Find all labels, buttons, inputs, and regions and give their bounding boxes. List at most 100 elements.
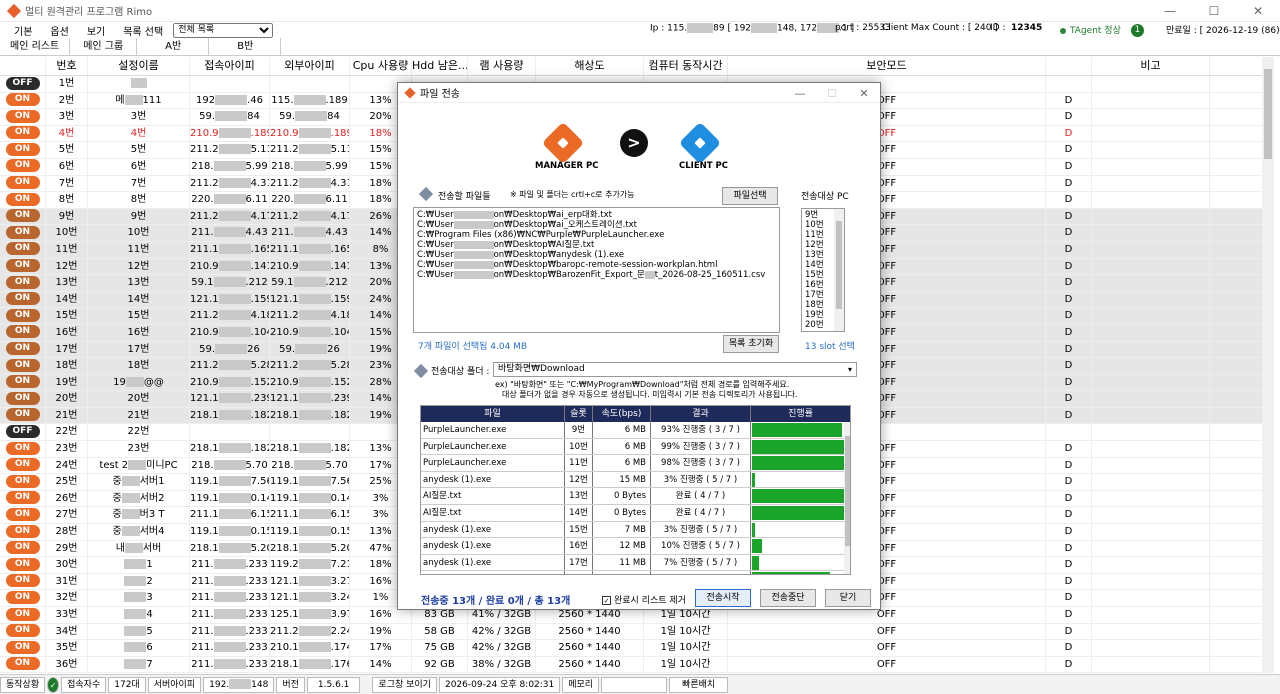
power-status-toggle[interactable]: ON (5, 109, 40, 123)
power-status-toggle[interactable]: ON (5, 159, 40, 173)
maximize-icon[interactable]: ☐ (1192, 0, 1236, 22)
tab-main-list[interactable]: 메인 리스트 (0, 38, 71, 56)
power-status-toggle[interactable]: ON (5, 541, 40, 555)
start-transfer-button[interactable]: 전송시작 (695, 589, 751, 607)
menu-view[interactable]: 보기 (83, 23, 109, 38)
power-status-toggle[interactable]: ON (5, 474, 40, 488)
power-status-toggle[interactable]: OFF (5, 424, 40, 438)
target-pc-list[interactable]: 9번 10번 11번 12번 13번 14번 15번 16번 17번 18번 19번 20번 (801, 208, 845, 332)
grid-header-cell[interactable]: Hdd 남은... (412, 57, 468, 75)
select-files-button[interactable]: 파일선택 (722, 187, 778, 205)
transfer-row[interactable]: anydesk (1).exe 17번 11 MB 7% 진행중 ( 5 / 7 ) (421, 554, 850, 572)
grid-header-cell[interactable]: 컴퓨터 동작시간 (644, 57, 728, 75)
file-list[interactable]: C:₩User on₩Desktop₩ai_erp대화.txt C:₩User on₩… (413, 207, 780, 333)
grid-header-cell[interactable]: 외부아이피 (270, 57, 350, 75)
power-status-toggle[interactable]: ON (5, 308, 40, 322)
file-list-item[interactable]: C:₩Program Files (x86)₩NC₩Purple₩PurpleL… (417, 230, 776, 240)
tab-group-b[interactable]: B반 (209, 38, 282, 56)
power-status-toggle[interactable]: ON (5, 590, 40, 604)
close-icon[interactable]: ✕ (1236, 0, 1280, 22)
file-list-item[interactable]: C:₩User on₩Desktop₩anydesk (1).exe (417, 250, 776, 260)
menu-basic[interactable]: 기본 (10, 23, 36, 38)
transfer-header-cell[interactable]: 속도(bps) (593, 406, 651, 422)
power-status-toggle[interactable]: ON (5, 640, 40, 654)
grid-row[interactable]: ON 35번6211..233210.1.17417%75 GB42% / 32G… (0, 640, 1262, 657)
grid-header-cell[interactable]: 번호 (46, 57, 88, 75)
transfer-header-cell[interactable]: 결과 (651, 406, 751, 422)
list-select[interactable]: 전체 목록 (173, 22, 274, 38)
grid-header-cell[interactable]: 비고 (1092, 57, 1210, 75)
grid-header-cell[interactable]: 보안모드 (728, 57, 1046, 75)
grid-header-cell[interactable]: 해상도 (536, 57, 644, 75)
power-status-toggle[interactable]: ON (5, 126, 40, 140)
power-status-toggle[interactable]: ON (5, 574, 40, 588)
power-status-toggle[interactable]: ON (5, 209, 40, 223)
power-status-toggle[interactable]: ON (5, 624, 40, 638)
minimize-icon[interactable]: — (1148, 0, 1192, 22)
grid-header-cell[interactable]: 접속아이피 (190, 57, 270, 75)
power-status-toggle[interactable]: ON (5, 93, 40, 107)
power-status-toggle[interactable]: ON (5, 358, 40, 372)
transfer-header-cell[interactable]: 진행률 (751, 406, 850, 422)
transfer-row[interactable] (421, 571, 850, 574)
power-status-toggle[interactable]: ON (5, 242, 40, 256)
power-status-toggle[interactable]: ON (5, 507, 40, 521)
transfer-row[interactable]: AI질문.txt 13번 0 Bytes 완료 ( 4 / 7 ) (421, 488, 850, 505)
menu-options[interactable]: 옵션 (46, 23, 72, 38)
power-status-toggle[interactable]: ON (5, 458, 40, 472)
scrollbar-thumb[interactable] (1264, 69, 1272, 159)
power-status-toggle[interactable]: ON (5, 441, 40, 455)
file-list-item[interactable]: C:₩User on₩Desktop₩ai_오케스트레이션.txt (417, 220, 776, 230)
show-log-button[interactable]: 로그창 보이기 (372, 676, 437, 693)
transfer-header-cell[interactable]: 파일 (421, 406, 565, 422)
transfer-row[interactable]: PurpleLauncher.exe 11번 6 MB 98% 진행중 ( 3 / 7… (421, 455, 850, 472)
power-status-toggle[interactable]: ON (5, 375, 40, 389)
power-status-toggle[interactable]: ON (5, 192, 40, 206)
dialog-minimize-icon[interactable]: — (784, 83, 816, 103)
target-folder-input[interactable]: 바탕화면₩Download ▾ (493, 362, 857, 377)
transfer-table-scrollbar[interactable] (844, 422, 850, 574)
power-status-toggle[interactable]: ON (5, 292, 40, 306)
file-list-item[interactable]: C:₩User on₩Desktop₩AI질문.txt (417, 240, 776, 250)
grid-header-cell[interactable] (0, 57, 46, 75)
power-status-toggle[interactable]: ON (5, 657, 40, 671)
file-list-item[interactable]: C:₩User on₩Desktop₩baropc-remote-session-… (417, 260, 776, 270)
grid-row[interactable]: ON 34번5211..233211.22.24519%58 GB42% / 32… (0, 623, 1262, 641)
power-status-toggle[interactable]: ON (5, 391, 40, 405)
file-list-item[interactable]: C:₩User on₩Desktop₩BarozenFit_Export_문 t_2… (417, 270, 776, 280)
power-status-toggle[interactable]: ON (5, 491, 40, 505)
tab-main-group[interactable]: 메인 그룹 (70, 38, 138, 56)
transfer-row[interactable]: anydesk (1).exe 16번 12 MB 10% 진행중 ( 5 / 7 ) (421, 538, 850, 555)
transfer-header-cell[interactable]: 슬롯 (565, 406, 593, 422)
tab-group-a[interactable]: A반 (137, 38, 210, 56)
power-status-toggle[interactable]: ON (5, 408, 40, 422)
dialog-close-icon[interactable]: ✕ (848, 83, 880, 103)
grid-scrollbar[interactable] (1262, 57, 1274, 673)
transfer-row[interactable]: AI질문.txt 14번 0 Bytes 완료 ( 4 / 7 ) (421, 504, 850, 522)
power-status-toggle[interactable]: ON (5, 557, 40, 571)
grid-header-cell[interactable] (1046, 57, 1092, 75)
power-status-toggle[interactable]: ON (5, 176, 40, 190)
pc-list-scrollbar[interactable] (834, 209, 844, 331)
grid-header-cell[interactable]: 설정이름 (88, 57, 190, 75)
transfer-row[interactable]: anydesk (1).exe 15번 7 MB 3% 진행중 ( 5 / 7 ) (421, 521, 850, 539)
grid-row[interactable]: ON 36번7211..233218.1.17614%92 GB38% / 32G… (0, 656, 1262, 673)
file-list-item[interactable]: C:₩User on₩Desktop₩ai_erp대화.txt (417, 210, 776, 220)
remove-on-done-checkbox[interactable]: ✓ 완료시 리스트 제거 (602, 593, 686, 606)
power-status-toggle[interactable]: OFF (5, 76, 40, 90)
power-status-toggle[interactable]: ON (5, 142, 40, 156)
stop-transfer-button[interactable]: 전송중단 (760, 589, 816, 607)
power-status-toggle[interactable]: ON (5, 325, 40, 339)
transfer-row[interactable]: PurpleLauncher.exe 10번 6 MB 99% 진행중 ( 3 / 7… (421, 438, 850, 456)
grid-header-cell[interactable]: 램 사용량 (468, 57, 536, 75)
quick-deploy-button[interactable]: 빠른배치 (669, 676, 729, 693)
close-dialog-button[interactable]: 닫기 (825, 589, 871, 607)
grid-header-cell[interactable]: Cpu 사용량 (350, 57, 412, 75)
power-status-toggle[interactable]: ON (5, 275, 40, 289)
power-status-toggle[interactable]: ON (5, 225, 40, 239)
power-status-toggle[interactable]: ON (5, 607, 40, 621)
power-status-toggle[interactable]: ON (5, 524, 40, 538)
transfer-row[interactable]: anydesk (1).exe 12번 15 MB 3% 진행중 ( 5 / 7 ) (421, 471, 850, 489)
checkbox-checked-icon[interactable]: ✓ (602, 596, 611, 605)
power-status-toggle[interactable]: ON (5, 259, 40, 273)
